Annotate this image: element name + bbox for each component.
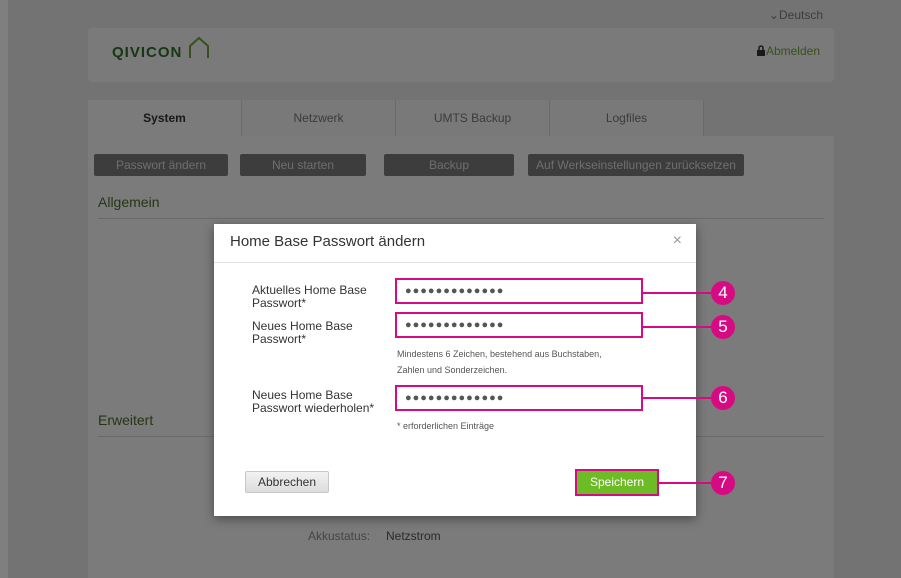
current-password-value: ●●●●●●●●●●●●● — [405, 285, 505, 297]
required-fields-note: * erforderlichen Einträge — [397, 421, 495, 431]
callout-connector — [643, 326, 711, 328]
password-hint: Mindestens 6 Zeichen, bestehend aus Buch… — [397, 349, 602, 375]
callout-badge-6: 6 — [711, 386, 735, 410]
dialog-title: Home Base Passwort ändern — [230, 233, 426, 250]
cancel-button[interactable]: Abbrechen — [245, 471, 329, 493]
new-password-value: ●●●●●●●●●●●●● — [405, 319, 505, 331]
callout-badge-7: 7 — [711, 471, 735, 495]
callout-connector — [643, 397, 711, 399]
current-password-field[interactable]: ●●●●●●●●●●●●● — [395, 278, 643, 304]
repeat-password-label: Neues Home Base Passwort wiederholen* — [252, 388, 375, 415]
callout-badge-4: 4 — [711, 281, 735, 305]
repeat-password-value: ●●●●●●●●●●●●● — [405, 392, 505, 404]
callout-connector — [659, 482, 711, 484]
password-dialog: Home Base Passwort ändern × Aktuelles Ho… — [214, 224, 696, 516]
callout-badge-5: 5 — [711, 315, 735, 339]
callout-connector — [643, 292, 711, 294]
current-password-label: Aktuelles Home Base Passwort* — [252, 283, 367, 310]
repeat-password-field[interactable]: ●●●●●●●●●●●●● — [395, 385, 643, 411]
dialog-divider — [214, 262, 696, 263]
new-password-label: Neues Home Base Passwort* — [252, 319, 353, 346]
save-button[interactable]: Speichern — [575, 469, 659, 496]
new-password-field[interactable]: ●●●●●●●●●●●●● — [395, 312, 643, 338]
close-icon[interactable]: × — [673, 232, 682, 250]
